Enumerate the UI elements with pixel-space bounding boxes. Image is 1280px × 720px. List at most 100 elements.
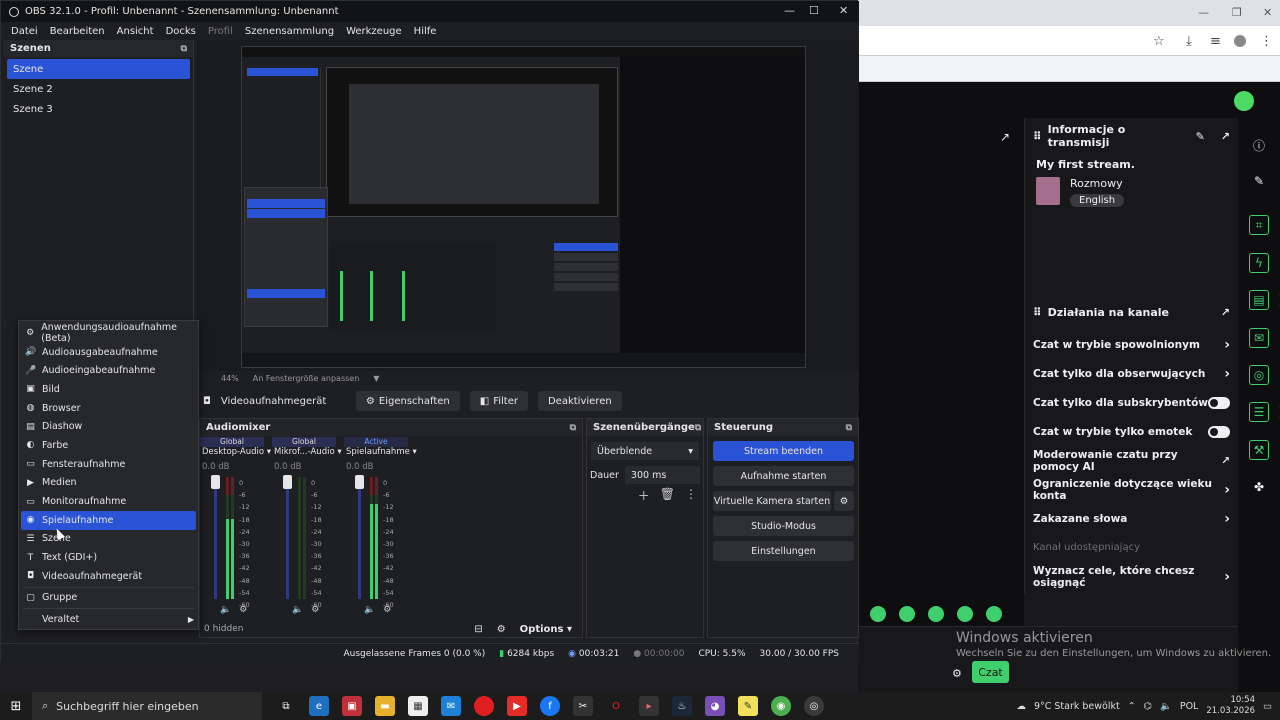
maximize-icon[interactable]: ☐: [809, 4, 819, 17]
settings-icon[interactable]: ⚙: [952, 667, 962, 680]
tray-chevron-icon[interactable]: ⌃: [1128, 701, 1136, 712]
edge-icon[interactable]: e: [309, 696, 329, 716]
menu-item-game-capture[interactable]: ◉ Spielaufnahme: [21, 510, 196, 530]
menu-item-browser[interactable]: ◍ Browser: [19, 399, 198, 418]
volume-fader[interactable]: [358, 477, 361, 599]
close-icon[interactable]: ✕: [1263, 6, 1272, 19]
kebab-menu-icon[interactable]: ⋮: [1260, 34, 1273, 49]
menu-docks[interactable]: Docks: [166, 26, 196, 37]
settings-icon[interactable]: ⚙: [239, 605, 247, 615]
close-icon[interactable]: ✕: [839, 4, 848, 17]
volume-fader[interactable]: [214, 477, 217, 599]
menu-item-audio-output[interactable]: 🔊 Audioausgabeaufnahme: [19, 343, 198, 362]
emote-icon[interactable]: [986, 606, 1002, 622]
duration-input[interactable]: 300 ms: [624, 466, 700, 484]
stream-tag[interactable]: English: [1070, 194, 1125, 207]
channel-name[interactable]: Mikrof...-Audio ▾: [274, 447, 346, 459]
menu-item-scene[interactable]: ☰ Szene: [19, 530, 198, 549]
volume-fader[interactable]: [286, 477, 289, 599]
network-icon[interactable]: ⌬: [1144, 701, 1152, 712]
store-icon[interactable]: ▦: [408, 696, 428, 716]
menu-item-audio-input[interactable]: 🎤 Audioeingabeaufnahme: [19, 361, 198, 380]
menu-item-media[interactable]: ▶ Medien: [19, 474, 198, 493]
menu-ansicht[interactable]: Ansicht: [117, 26, 154, 37]
trash-icon[interactable]: 🗑: [660, 487, 675, 504]
layout-icon[interactable]: ⊟: [474, 624, 482, 635]
opera-icon[interactable]: O: [606, 696, 626, 716]
undock-icon[interactable]: ⧉: [181, 44, 187, 54]
toggle-switch[interactable]: [1208, 396, 1230, 409]
menu-item-text[interactable]: T Text (GDI+): [19, 548, 198, 567]
menu-profil[interactable]: Profil: [208, 26, 233, 37]
menu-item-video-capture[interactable]: ◘ Videoaufnahmegerät: [19, 567, 198, 586]
mixer-tab[interactable]: Global: [272, 437, 336, 447]
studio-mode-button[interactable]: Studio-Modus: [713, 516, 854, 536]
transition-select[interactable]: Überblende ▾: [591, 442, 699, 460]
menu-item-color[interactable]: ◐ Farbe: [19, 436, 198, 455]
minimize-icon[interactable]: —: [1198, 6, 1209, 19]
info-icon[interactable]: ⓘ: [1248, 134, 1270, 156]
popout-icon[interactable]: ↗: [1221, 130, 1230, 143]
popout-icon[interactable]: ↗: [1221, 306, 1230, 319]
taskbar-search[interactable]: ⌕ Suchbegriff hier eingeben: [32, 692, 262, 720]
language-indicator[interactable]: POL: [1180, 701, 1199, 712]
chat-bubble-icon[interactable]: ✉: [1249, 328, 1269, 348]
mail-icon[interactable]: ✉: [441, 696, 461, 716]
menu-item-group[interactable]: ▢ Gruppe: [19, 589, 198, 608]
grip-icon[interactable]: ⠿: [1033, 130, 1042, 143]
chrome-icon[interactable]: ◉: [771, 696, 791, 716]
menu-item-app-audio[interactable]: ⚙ Anwendungsaudioaufnahme (Beta): [19, 322, 198, 344]
menu-bearbeiten[interactable]: Bearbeiten: [50, 26, 105, 37]
options-button[interactable]: Options ▾: [520, 624, 572, 635]
undock-icon[interactable]: ⧉: [846, 423, 852, 433]
stop-stream-button[interactable]: Stream beenden: [713, 441, 854, 461]
reading-list-icon[interactable]: ≡: [1210, 34, 1221, 49]
action-followers-only[interactable]: Czat tylko dla obserwujących ›: [1025, 359, 1238, 388]
notes-icon[interactable]: ✎: [738, 696, 758, 716]
pencil-icon[interactable]: ✎: [1248, 170, 1270, 192]
properties-button[interactable]: ⚙ Eigenschaften: [355, 391, 460, 411]
red-app-icon[interactable]: [474, 696, 494, 716]
bookmark-star-icon[interactable]: ☆: [1153, 34, 1165, 49]
undock-icon[interactable]: ⧉: [695, 423, 701, 433]
mixer-tab[interactable]: Active: [344, 437, 408, 447]
youtube-icon[interactable]: ▶: [507, 696, 527, 716]
menu-datei[interactable]: Datei: [11, 26, 38, 37]
discord-icon[interactable]: ◕: [705, 696, 725, 716]
grip-icon[interactable]: ⠿: [1033, 306, 1042, 319]
windows-start-icon[interactable]: ⊞: [0, 699, 32, 714]
file-explorer-icon[interactable]: ▬: [375, 696, 395, 716]
clock[interactable]: 10:54 21.03.2026: [1206, 695, 1255, 717]
preview-canvas[interactable]: [241, 46, 806, 368]
action-banned-words[interactable]: Zakazane słowa ›: [1025, 504, 1238, 533]
volume-icon[interactable]: 🔈: [1160, 701, 1172, 712]
emote-icon[interactable]: [870, 606, 886, 622]
broadcast-icon[interactable]: ◎: [1249, 365, 1269, 385]
popout-icon[interactable]: ↗: [1000, 130, 1010, 144]
toggle-switch[interactable]: [1208, 425, 1230, 438]
filter-button[interactable]: ◧ Filter: [469, 391, 528, 411]
emote-icon[interactable]: [957, 606, 973, 622]
snipping-tool-icon[interactable]: ✂: [573, 696, 593, 716]
menu-item-slideshow[interactable]: ▤ Diashow: [19, 417, 198, 436]
minimize-icon[interactable]: —: [784, 4, 795, 17]
notification-icon[interactable]: ▭: [1263, 701, 1272, 712]
action-slow-mode[interactable]: Czat w trybie spowolnionym ›: [1025, 330, 1238, 359]
user-avatar[interactable]: [1234, 91, 1254, 111]
terminal-icon[interactable]: ▸: [639, 696, 659, 716]
clip-icon[interactable]: ⌗: [1249, 215, 1269, 235]
mixer-tab[interactable]: Global: [200, 437, 264, 447]
action-account-age[interactable]: Ograniczenie dotyczące wieku konta ›: [1025, 475, 1238, 504]
download-icon[interactable]: ⤓: [1186, 34, 1192, 49]
settings-icon[interactable]: ⚙: [383, 605, 391, 615]
gear-icon[interactable]: ⚙: [834, 491, 854, 511]
menu-item-image[interactable]: ▣ Bild: [19, 380, 198, 399]
menu-item-monitor-capture[interactable]: ▭ Monitoraufnahme: [19, 492, 198, 511]
menu-szenensammlung[interactable]: Szenensammlung: [245, 26, 334, 37]
lightning-icon[interactable]: ϟ: [1249, 253, 1269, 273]
action-goals[interactable]: Wyznacz cele, które chcesz osiągnąć ›: [1025, 562, 1238, 591]
start-recording-button[interactable]: Aufnahme starten: [713, 466, 854, 486]
channel-name[interactable]: Spielaufnahme ▾: [346, 447, 418, 459]
speaker-icon[interactable]: 🔈: [292, 605, 303, 615]
fader-handle[interactable]: [211, 475, 220, 489]
